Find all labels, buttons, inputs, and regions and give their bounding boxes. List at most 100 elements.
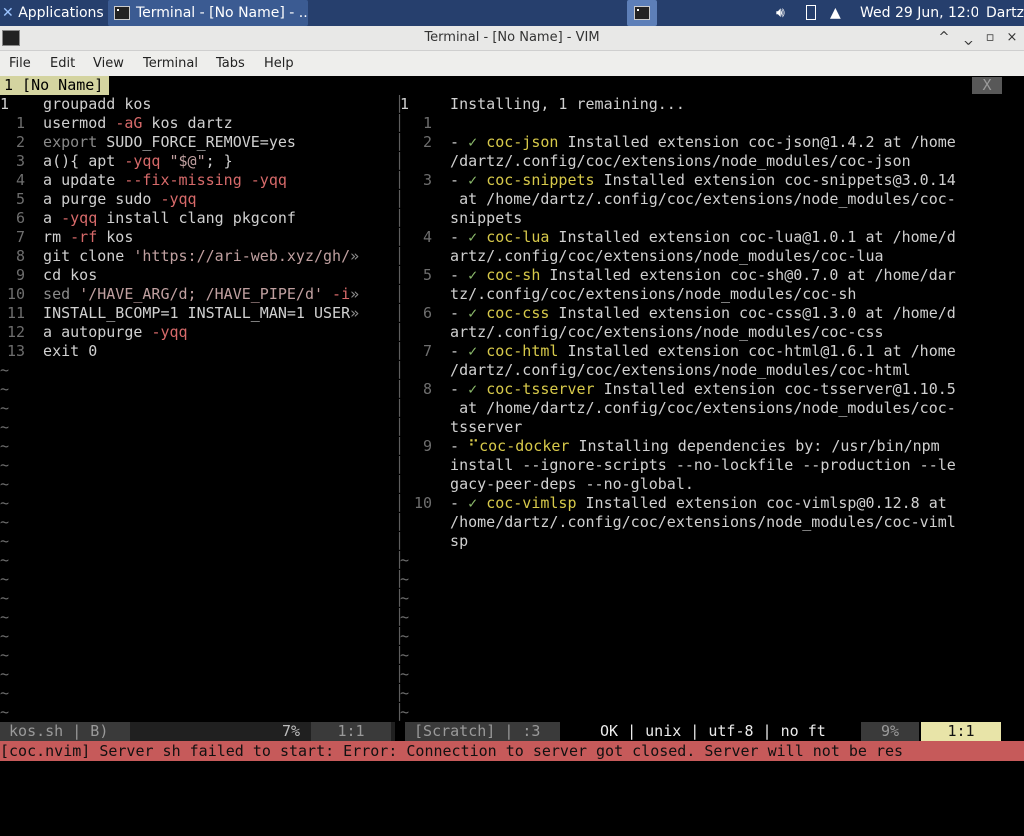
right-pane-line[interactable]: 10 - ✓ coc-vimlsp Installed extension co… <box>400 494 1020 513</box>
right-pane-line[interactable]: artz/.config/coc/extensions/node_modules… <box>400 323 1020 342</box>
right-pane-line[interactable]: tsserver <box>400 418 1020 437</box>
code-text: ✓ <box>468 380 487 398</box>
code-text: Installed extension coc-lua@1.0.1 at /ho… <box>549 228 956 246</box>
line-number: 2 <box>422 133 432 151</box>
code-text: - <box>432 266 469 284</box>
code-text: groupadd kos <box>25 95 152 113</box>
code-text: -yqq <box>61 209 98 227</box>
empty-line-tilde: ~ <box>0 589 10 607</box>
line-number: 10 <box>6 285 25 303</box>
right-pane-line[interactable]: 7 - ✓ coc-html Installed extension coc-h… <box>400 342 1020 361</box>
status-left-percent: 7% <box>282 722 301 740</box>
taskbar-terminal-launcher[interactable] <box>627 0 657 26</box>
line-number: 5 <box>422 266 432 284</box>
terminal-area[interactable]: 1 [No Name] X 1 groupadd kos 1 usermod -a… <box>0 76 1024 768</box>
left-pane-line[interactable]: 9 cd kos <box>0 266 395 285</box>
code-text: coc-vimlsp <box>486 494 577 512</box>
empty-line-tilde: ~ <box>0 665 10 683</box>
left-pane-line[interactable]: 2 export SUDO_FORCE_REMOVE=yes <box>0 133 395 152</box>
right-pane-line[interactable]: 9 - ⠋coc-docker Installing dependencies … <box>400 437 1020 456</box>
volume-icon[interactable]: 🔊︎ <box>776 0 796 26</box>
empty-line-tilde: ~ <box>0 437 10 455</box>
code-text: ; } <box>205 152 233 170</box>
code-text: Installing, 1 remaining... <box>432 95 685 113</box>
left-pane-line[interactable]: 4 a update --fix-missing -yqq <box>0 171 395 190</box>
right-pane-line[interactable]: /dartz/.config/coc/extensions/node_modul… <box>400 152 1020 171</box>
right-pane-line[interactable]: 3 - ✓ coc-snippets Installed extension c… <box>400 171 1020 190</box>
menu-tabs[interactable]: Tabs <box>216 51 245 76</box>
vim-tab-close-button[interactable]: X <box>972 77 1002 94</box>
right-pane-line[interactable]: at /home/dartz/.config/coc/extensions/no… <box>400 190 1020 209</box>
right-pane-line[interactable]: /dartz/.config/coc/extensions/node_modul… <box>400 361 1020 380</box>
right-pane-line[interactable]: gacy-peer-deps --no-global. <box>400 475 1020 494</box>
line-number: 1 <box>0 95 10 113</box>
code-text: - <box>432 304 469 322</box>
code-text: - <box>432 380 469 398</box>
left-pane-line[interactable]: 3 a(){ apt -yqq "$@"; } <box>0 152 395 171</box>
taskbar-terminal-button[interactable]: Terminal - [No Name] - ... <box>108 0 308 26</box>
status-right-info: OK | unix | utf-8 | no ft <box>600 722 826 740</box>
right-pane-line[interactable]: tz/.config/coc/extensions/node_modules/c… <box>400 285 1020 304</box>
code-text: 'https://ari-web.xyz/gh/ <box>133 247 351 265</box>
close-button[interactable]: × <box>1003 28 1021 48</box>
menu-edit[interactable]: Edit <box>50 51 75 76</box>
empty-line-tilde: ~ <box>400 703 410 721</box>
code-text: -yqq <box>124 152 161 170</box>
line-number: 4 <box>422 228 432 246</box>
left-pane-line[interactable]: 8 git clone 'https://ari-web.xyz/gh/» <box>0 247 395 266</box>
right-pane-line[interactable]: 2 - ✓ coc-json Installed extension coc-j… <box>400 133 1020 152</box>
line-number: 8 <box>15 247 25 265</box>
right-pane-line[interactable]: 1 Installing, 1 remaining... <box>400 95 1020 114</box>
code-text: tz/.config/coc/extensions/node_modules/c… <box>432 285 857 303</box>
right-pane-line[interactable]: install --ignore-scripts --no-lockfile -… <box>400 456 1020 475</box>
code-text: Installed extension coc-html@1.6.1 at /h… <box>558 342 956 360</box>
code-text: coc-docker <box>479 437 570 455</box>
left-pane-line[interactable]: 10 sed '/HAVE_ARG/d; /HAVE_PIPE/d' -i» <box>0 285 395 304</box>
notification-bell-icon[interactable]: ▲ <box>830 0 844 26</box>
right-pane-line[interactable]: snippets <box>400 209 1020 228</box>
empty-line-tilde: ~ <box>0 570 10 588</box>
left-pane-line[interactable]: 13 exit 0 <box>0 342 395 361</box>
right-pane-line[interactable]: 1 <box>400 114 1020 133</box>
menu-help[interactable]: Help <box>264 51 294 76</box>
left-pane-line[interactable]: 11 INSTALL_BCOMP=1 INSTALL_MAN=1 USER» <box>0 304 395 323</box>
left-pane-line[interactable]: 1 groupadd kos <box>0 95 395 114</box>
code-text: a(){ apt <box>25 152 125 170</box>
right-pane-line[interactable]: 8 - ✓ coc-tsserver Installed extension c… <box>400 380 1020 399</box>
menu-view[interactable]: View <box>93 51 124 76</box>
restore-button[interactable]: ▫ <box>981 28 999 48</box>
left-pane-line[interactable]: 1 usermod -aG kos dartz <box>0 114 395 133</box>
left-pane-line[interactable]: 6 a -yqq install clang pkgconf <box>0 209 395 228</box>
code-text: ✓ <box>468 304 487 322</box>
empty-line-tilde: ~ <box>0 608 10 626</box>
clock[interactable]: Wed 29 Jun, 12:05 <box>860 0 978 26</box>
empty-line-tilde: ~ <box>0 494 10 512</box>
vim-tab-active[interactable]: 1 [No Name] <box>0 76 110 95</box>
right-pane-line[interactable]: artz/.config/coc/extensions/node_modules… <box>400 247 1020 266</box>
left-pane-line[interactable]: 12 a autopurge -yqq <box>0 323 395 342</box>
left-pane-line[interactable]: 7 rm -rf kos <box>0 228 395 247</box>
vim-statusline-left: kos.sh | B) 7% 1:1 <box>0 722 395 741</box>
right-pane-line[interactable]: 4 - ✓ coc-lua Installed extension coc-lu… <box>400 228 1020 247</box>
right-pane-line[interactable]: at /home/dartz/.config/coc/extensions/no… <box>400 399 1020 418</box>
menu-terminal[interactable]: Terminal <box>143 51 198 76</box>
code-text: gacy-peer-deps --no-global. <box>432 475 694 493</box>
empty-line-tilde: ~ <box>400 646 410 664</box>
line-number: 1 <box>400 95 410 113</box>
restore-icon: ▫ <box>985 30 995 45</box>
applications-menu[interactable]: ✕ Applications <box>2 0 106 26</box>
left-pane-line[interactable]: 5 a purge sudo -yqq <box>0 190 395 209</box>
user-menu[interactable]: Dartz <box>986 0 1024 26</box>
battery-icon[interactable] <box>806 0 820 26</box>
maximize-button[interactable]: ^ <box>959 28 977 48</box>
minimize-button[interactable]: ^ <box>935 28 953 48</box>
code-text: rm <box>25 228 71 246</box>
status-left-filename: kos.sh | B) <box>0 722 130 741</box>
window-titlebar[interactable]: Terminal - [No Name] - VIM ^ ^ ▫ × <box>0 26 1024 51</box>
right-pane-line[interactable]: /home/dartz/.config/coc/extensions/node_… <box>400 513 1020 532</box>
right-pane-line[interactable]: sp <box>400 532 1020 551</box>
right-pane-line[interactable]: 5 - ✓ coc-sh Installed extension coc-sh@… <box>400 266 1020 285</box>
right-pane-line[interactable]: 6 - ✓ coc-css Installed extension coc-cs… <box>400 304 1020 323</box>
code-text: git clone <box>25 247 134 265</box>
menu-file[interactable]: File <box>9 51 31 76</box>
